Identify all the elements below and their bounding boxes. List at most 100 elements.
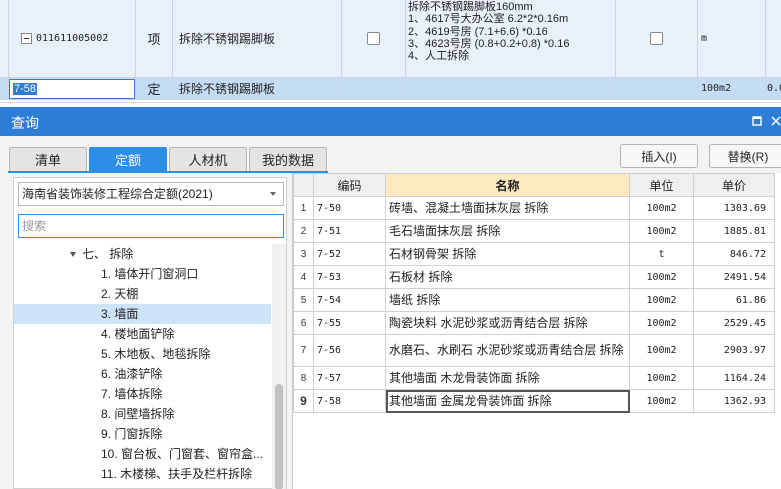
dropdown-arrow-icon[interactable] [270,192,276,196]
row-name[interactable]: 墙纸 拆除 [385,288,630,312]
row1-extra-cell[interactable] [766,0,781,78]
tree-item[interactable]: 6. 油漆铲除 [14,364,271,384]
dialog-title: 查询 [11,115,39,131]
row-price[interactable]: 61.86 [693,288,775,312]
tree-expand-icon[interactable] [70,252,76,258]
table-row-current[interactable]: 9 7-58 其他墙面 金属龙骨装饰面 拆除 100m2 1362.93 [293,389,775,413]
collapse-icon[interactable] [21,33,32,44]
row-price[interactable]: 2529.45 [693,311,775,335]
row-code[interactable]: 7-52 [313,242,386,266]
tree-item[interactable]: 7. 墙体拆除 [14,384,271,404]
tab-my-data[interactable]: 我的数据 [249,147,327,171]
tree-item[interactable]: 5. 木地板、地毯拆除 [14,344,271,364]
row2-name-cell[interactable]: 拆除不锈钢踢脚板 [173,78,342,100]
tree-item[interactable]: 2. 天棚 [14,284,271,304]
header-price[interactable]: 单价 [693,173,775,197]
row-unit[interactable]: 100m2 [629,288,694,312]
row-price[interactable]: 1164.24 [693,366,775,390]
row-name[interactable]: 其他墙面 木龙骨装饰面 拆除 [385,366,630,390]
row-code[interactable]: 7-56 [313,334,386,367]
replace-button[interactable]: 替换(R) [709,144,781,168]
row1-unit-cell[interactable]: m [698,0,766,78]
row-price[interactable]: 1303.69 [693,196,775,220]
close-icon[interactable] [771,115,781,129]
row-price[interactable]: 2491.54 [693,265,775,289]
row-code[interactable]: 7-53 [313,265,386,289]
tree-item[interactable]: 11. 木楼梯、扶手及栏杆拆除 [14,464,271,484]
row2-unit-cell[interactable]: 100m2 [698,78,766,100]
description-line: 3、4623号房 (0.8+0.2+0.8) *0.16 [408,37,570,50]
row1-check2-cell[interactable] [616,0,698,78]
row-price[interactable]: 2903.97 [693,334,775,367]
row2-empty-cell[interactable] [616,78,698,100]
row-code[interactable]: 7-55 [313,311,386,335]
row1-type-cell[interactable]: 项 [136,0,173,78]
row-name[interactable]: 陶瓷块料 水泥砂浆或沥青结合层 拆除 [385,311,630,335]
row-price[interactable]: 846.72 [693,242,775,266]
search-input[interactable] [18,214,284,238]
row-unit[interactable]: 100m2 [629,265,694,289]
tab-qingdan[interactable]: 清单 [9,147,87,171]
scrollbar-thumb[interactable] [275,384,283,489]
table-row[interactable]: 6 7-55 陶瓷块料 水泥砂浆或沥青结合层 拆除 100m2 2529.45 [293,311,775,335]
tree-node-chaichu[interactable]: 七、 拆除 [14,244,271,264]
row-name[interactable]: 其他墙面 金属龙骨装饰面 拆除 [385,389,630,413]
dialog-titlebar[interactable]: 查询 [0,107,781,136]
row-name[interactable]: 水磨石、水刷石 水泥砂浆或沥青结合层 拆除 [385,334,630,367]
row-code[interactable]: 7-57 [313,366,386,390]
tab-rencaiji[interactable]: 人材机 [169,147,247,171]
row2-empty-cell[interactable] [342,78,406,100]
tree-item[interactable]: 10. 窗台板、门窗套、窗帘盒... [14,444,271,464]
row2-type-cell[interactable]: 定 [136,78,173,100]
header-code[interactable]: 编码 [313,173,386,197]
row-code[interactable]: 7-54 [313,288,386,312]
description-line: 4、人工拆除 [408,50,470,63]
row-unit[interactable]: 100m2 [629,196,694,220]
tree-item[interactable]: 8. 间壁墙拆除 [14,404,271,424]
row-unit[interactable]: 100m2 [629,334,694,367]
row-name[interactable]: 砖墙、混凝土墙面抹灰层 拆除 [385,196,630,220]
code-edit-field[interactable]: 7-58 [9,79,135,99]
row-price[interactable]: 1885.81 [693,219,775,243]
row-code[interactable]: 7-50 [313,196,386,220]
row-unit[interactable]: 100m2 [629,311,694,335]
row-code[interactable]: 7-51 [313,219,386,243]
tab-underline [8,171,328,173]
row-unit[interactable]: t [629,242,694,266]
row-name[interactable]: 石材钢骨架 拆除 [385,242,630,266]
row-unit[interactable]: 100m2 [629,389,694,413]
tree-item[interactable]: 9. 门窗拆除 [14,424,271,444]
table-row[interactable]: 1 7-50 砖墙、混凝土墙面抹灰层 拆除 100m2 1303.69 [293,196,775,220]
row2-extra-cell[interactable]: 0.0 [766,78,781,100]
tree-item[interactable]: 4. 楼地面铲除 [14,324,271,344]
row-unit[interactable]: 100m2 [629,366,694,390]
header-unit[interactable]: 单位 [629,173,694,197]
restore-icon[interactable] [752,115,762,129]
row-unit[interactable]: 100m2 [629,219,694,243]
quota-library-select[interactable]: 海南省装饰装修工程综合定额(2021) [18,182,284,206]
insert-button[interactable]: 插入(I) [620,144,698,168]
table-row[interactable]: 7 7-56 水磨石、水刷石 水泥砂浆或沥青结合层 拆除 100m2 2903.… [293,334,775,367]
table-row[interactable]: 3 7-52 石材钢骨架 拆除 t 846.72 [293,242,775,266]
row1-check-cell[interactable] [342,0,406,78]
table-row[interactable]: 5 7-54 墙纸 拆除 100m2 61.86 [293,288,775,312]
row1-description-cell[interactable]: 拆除不锈钢踢脚板160mm 1、4617号大办公室 6.2*2*0.16m 2、… [406,0,616,78]
tree-item[interactable]: 1. 墙体开门窗洞口 [14,264,271,284]
tab-dinge[interactable]: 定额 [89,147,167,171]
quota-table: 编码 名称 单位 单价 1 7-50 砖墙、混凝土墙面抹灰层 拆除 100m2 … [293,173,775,413]
tree-scrollbar[interactable] [272,244,286,489]
row1-code-cell[interactable]: 011611005002 [9,0,136,78]
row-code[interactable]: 7-58 [313,389,386,413]
row-price[interactable]: 1362.93 [693,389,775,413]
checkbox[interactable] [367,32,380,45]
checkbox[interactable] [650,32,663,45]
row-name[interactable]: 石板材 拆除 [385,265,630,289]
row2-description-cell[interactable] [406,78,616,100]
table-row[interactable]: 2 7-51 毛石墙面抹灰层 拆除 100m2 1885.81 [293,219,775,243]
table-row[interactable]: 4 7-53 石板材 拆除 100m2 2491.54 [293,265,775,289]
table-row[interactable]: 8 7-57 其他墙面 木龙骨装饰面 拆除 100m2 1164.24 [293,366,775,390]
row-name[interactable]: 毛石墙面抹灰层 拆除 [385,219,630,243]
row1-name-cell[interactable]: 拆除不锈钢踢脚板 [173,0,342,78]
header-name[interactable]: 名称 [385,173,630,197]
tree-item-selected[interactable]: 3. 墙面 [14,304,271,324]
